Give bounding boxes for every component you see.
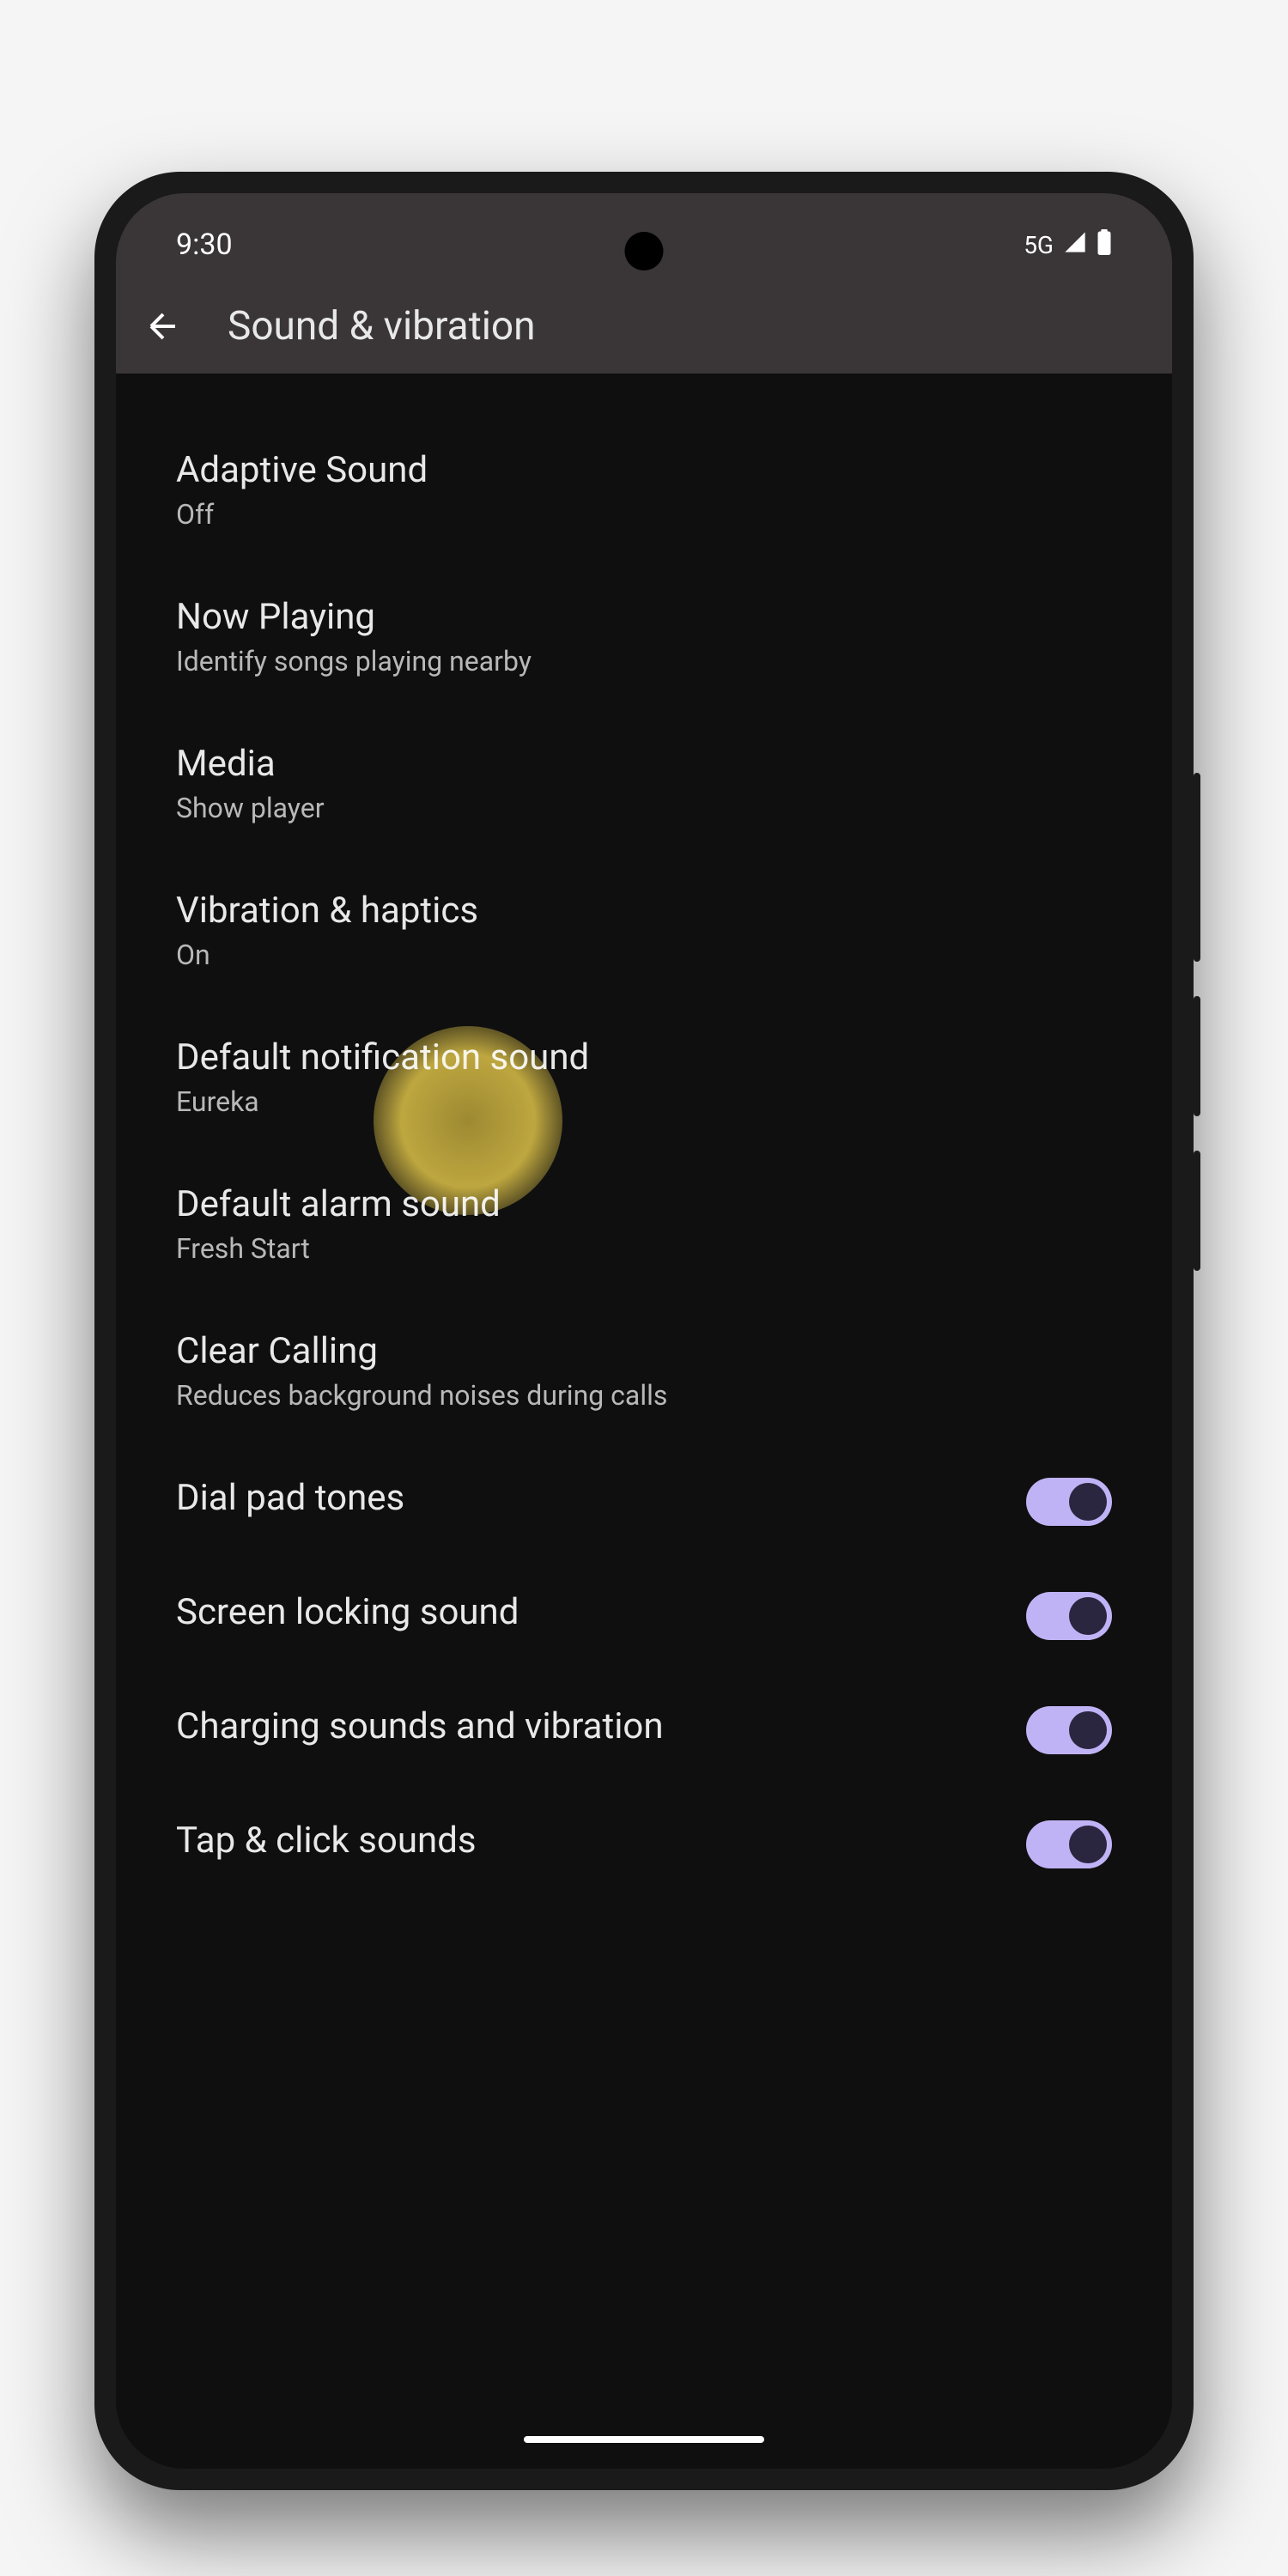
setting-subtitle: Eureka — [176, 1085, 1112, 1118]
setting-default-alarm-sound[interactable]: Default alarm sound Fresh Start — [116, 1151, 1172, 1297]
status-icons: 5G — [1024, 229, 1112, 261]
setting-vibration-haptics[interactable]: Vibration & haptics On — [116, 857, 1172, 1004]
setting-subtitle: Reduces background noises during calls — [176, 1379, 1112, 1412]
phone-device-frame: 9:30 5G Sound & vibration — [94, 172, 1194, 2490]
setting-title: Clear Calling — [176, 1330, 1112, 1372]
setting-title: Now Playing — [176, 596, 1112, 638]
signal-icon — [1062, 230, 1088, 260]
setting-adaptive-sound[interactable]: Adaptive Sound Off — [116, 416, 1172, 563]
setting-now-playing[interactable]: Now Playing Identify songs playing nearb… — [116, 563, 1172, 710]
toggle-tap-click-sounds[interactable] — [1026, 1820, 1112, 1868]
setting-subtitle: Off — [176, 498, 1112, 531]
network-label: 5G — [1024, 231, 1054, 259]
setting-dial-pad-tones[interactable]: Dial pad tones — [116, 1444, 1172, 1558]
setting-screen-locking-sound[interactable]: Screen locking sound — [116, 1558, 1172, 1673]
battery-icon — [1097, 229, 1112, 261]
back-button[interactable] — [142, 305, 185, 348]
setting-tap-click-sounds[interactable]: Tap & click sounds — [116, 1787, 1172, 1901]
setting-clear-calling[interactable]: Clear Calling Reduces background noises … — [116, 1297, 1172, 1444]
volume-down-button — [1194, 1151, 1200, 1271]
setting-subtitle: Identify songs playing nearby — [176, 645, 1112, 677]
setting-title: Media — [176, 743, 1112, 785]
setting-subtitle: On — [176, 939, 1112, 971]
setting-subtitle: Show player — [176, 792, 1112, 824]
volume-up-button — [1194, 996, 1200, 1116]
setting-title: Dial pad tones — [176, 1477, 1026, 1519]
setting-title: Default alarm sound — [176, 1183, 1112, 1225]
setting-charging-sounds[interactable]: Charging sounds and vibration — [116, 1673, 1172, 1787]
settings-content: Adaptive Sound Off Now Playing Identify … — [116, 374, 1172, 2469]
setting-title: Vibration & haptics — [176, 890, 1112, 932]
setting-subtitle: Fresh Start — [176, 1232, 1112, 1265]
toggle-dial-pad-tones[interactable] — [1026, 1478, 1112, 1526]
toggle-charging-sounds[interactable] — [1026, 1706, 1112, 1754]
status-time: 9:30 — [176, 228, 233, 262]
setting-default-notification-sound[interactable]: Default notification sound Eureka — [116, 1004, 1172, 1151]
camera-notch — [625, 232, 664, 270]
power-button — [1194, 773, 1200, 962]
navigation-bar[interactable] — [524, 2436, 764, 2443]
page-title: Sound & vibration — [228, 303, 536, 349]
phone-screen: 9:30 5G Sound & vibration — [116, 193, 1172, 2469]
setting-title: Tap & click sounds — [176, 1820, 1026, 1862]
header-bar: Sound & vibration — [116, 279, 1172, 374]
setting-media[interactable]: Media Show player — [116, 710, 1172, 857]
setting-title: Default notification sound — [176, 1036, 1112, 1078]
setting-title: Adaptive Sound — [176, 449, 1112, 491]
toggle-screen-locking-sound[interactable] — [1026, 1592, 1112, 1640]
setting-title: Charging sounds and vibration — [176, 1705, 1026, 1747]
setting-title: Screen locking sound — [176, 1591, 1026, 1633]
